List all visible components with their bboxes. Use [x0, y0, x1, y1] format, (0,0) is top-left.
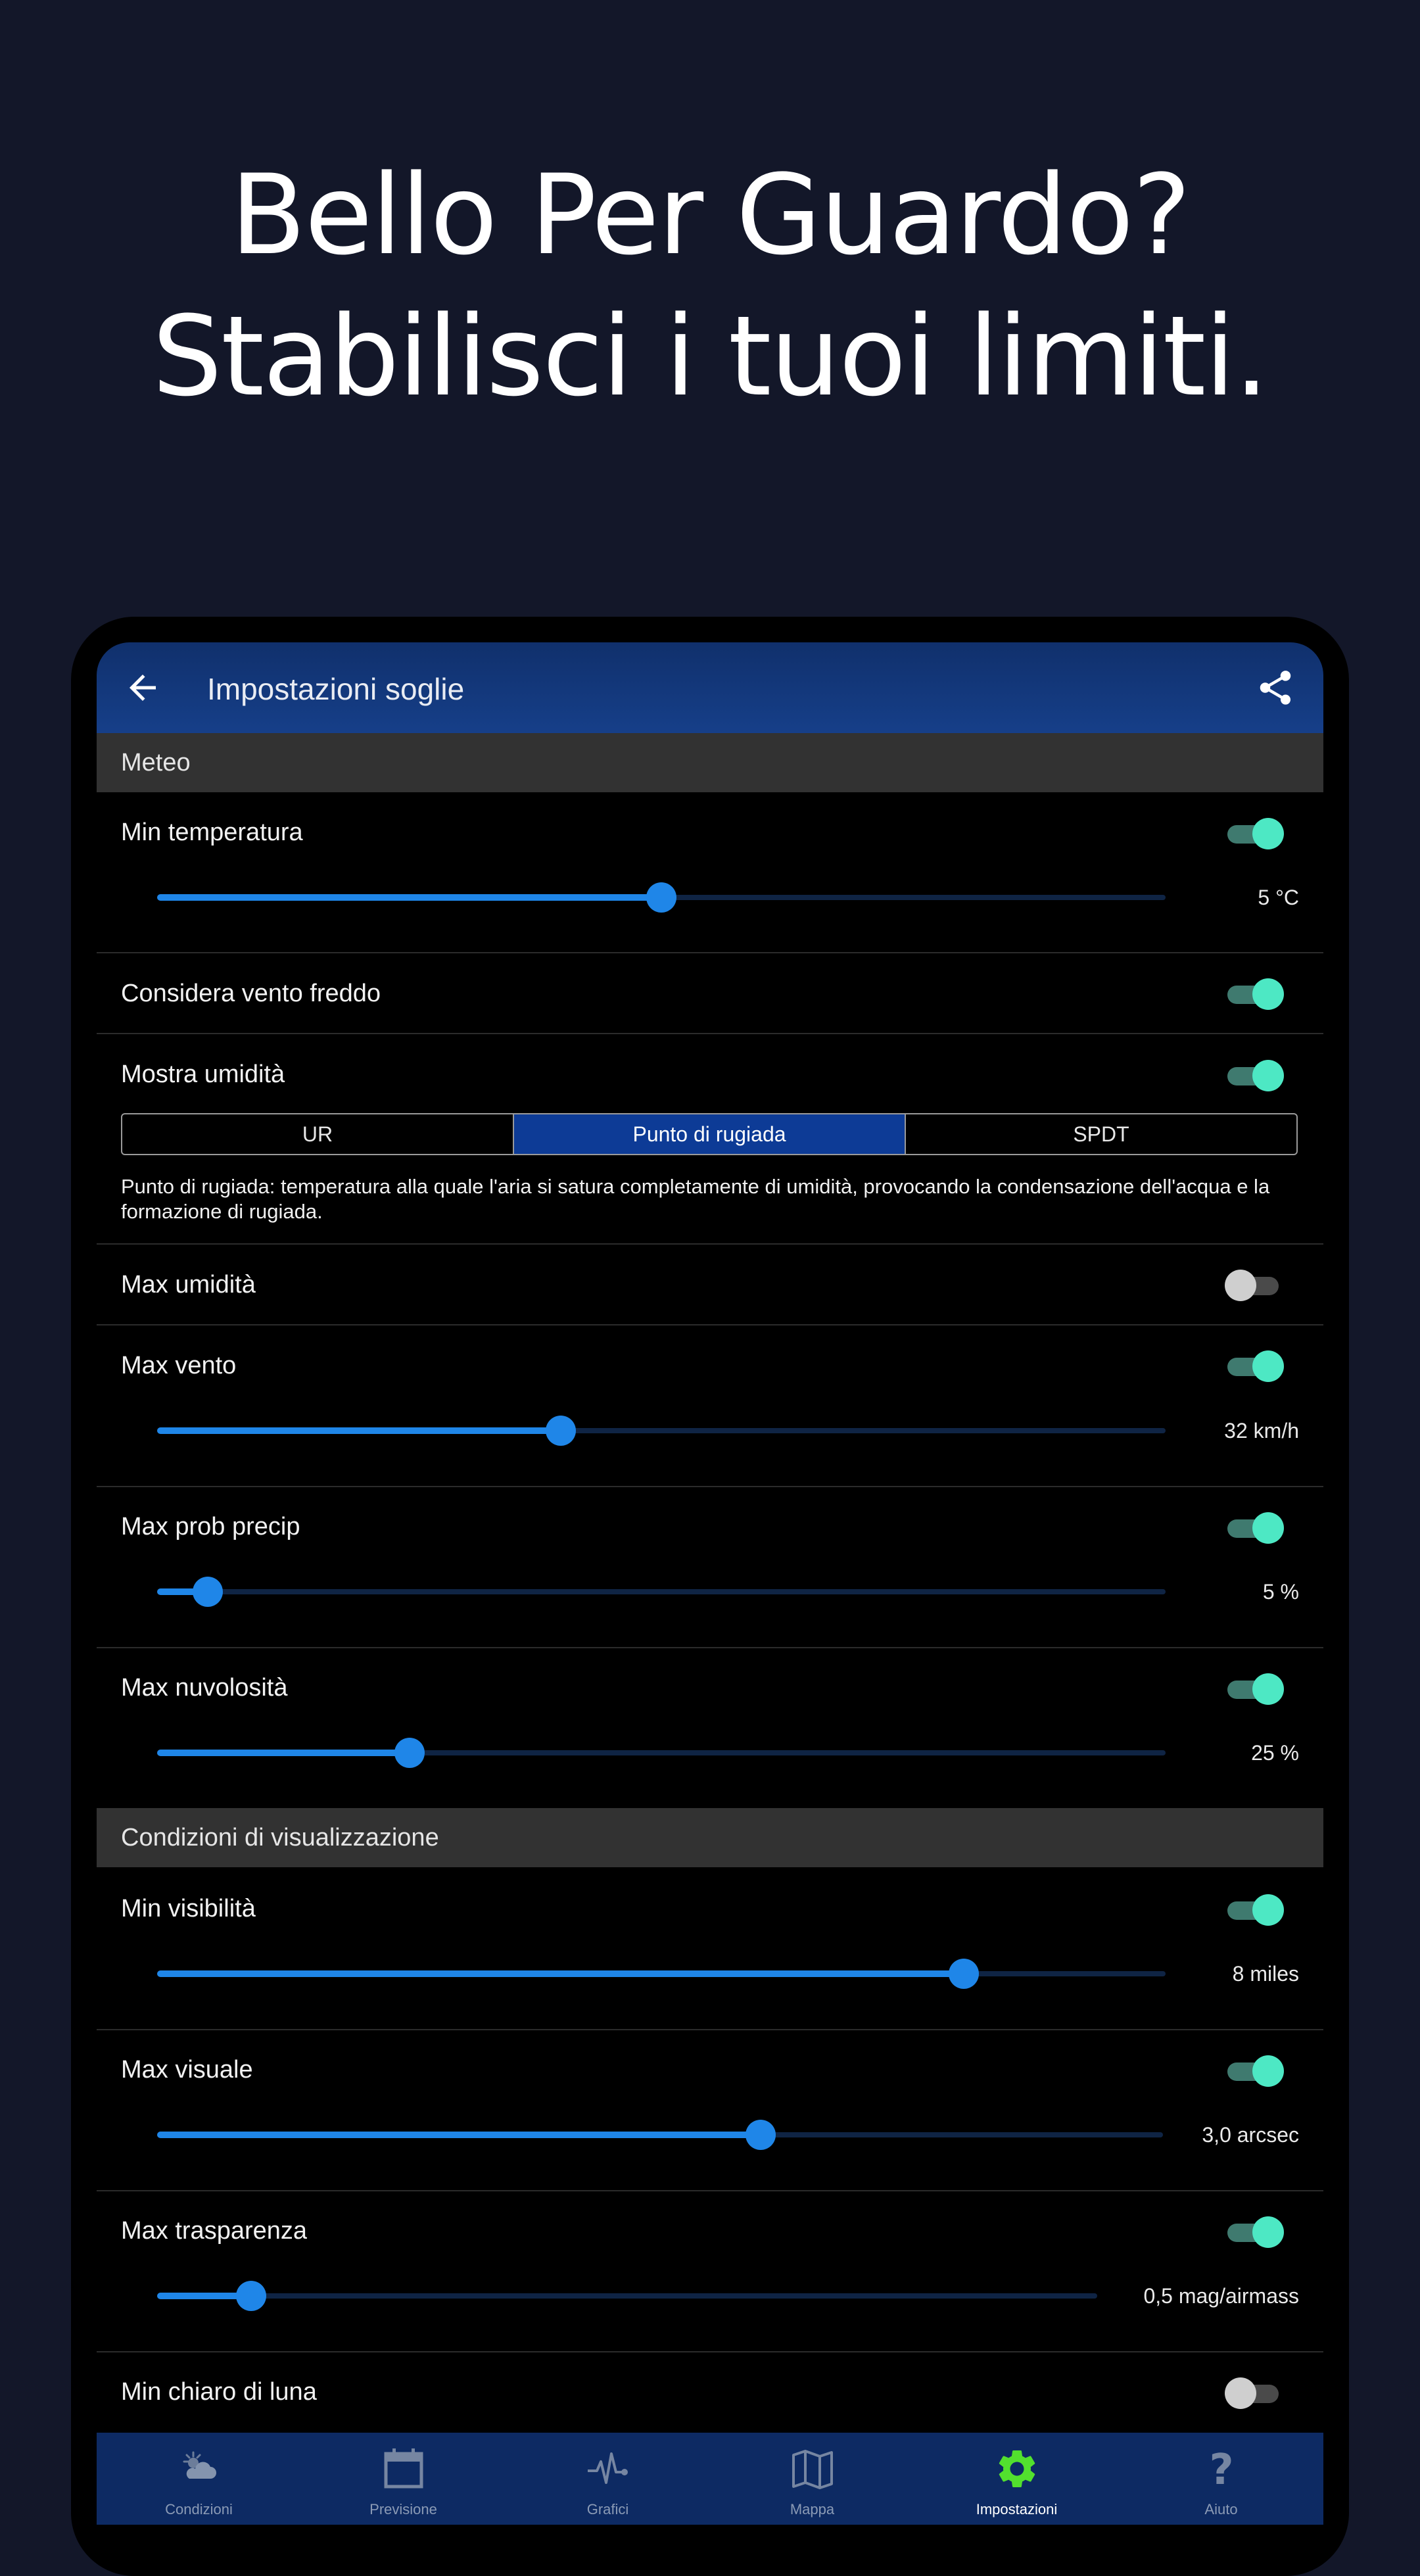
max-cloud-value: 25 %	[1251, 1741, 1299, 1765]
nav-conditions[interactable]: Condizioni	[97, 2433, 301, 2525]
nav-settings[interactable]: Impostazioni	[914, 2433, 1119, 2525]
max-humidity-toggle[interactable]	[1225, 1269, 1284, 1302]
min-visibility-slider-thumb[interactable]	[949, 1959, 980, 1989]
max-seeing-toggle[interactable]	[1225, 2055, 1284, 2087]
nav-forecast[interactable]: Previsione	[301, 2433, 506, 2525]
min-visibility-value: 8 miles	[1232, 1962, 1299, 1986]
humidity-description: Punto di rugiada: temperatura alla quale…	[121, 1175, 1270, 1223]
max-transparency-toggle[interactable]	[1225, 2216, 1284, 2249]
option-dew-point[interactable]: Punto di rugiada	[514, 1114, 906, 1154]
headline-line-1: Bello Per Guardo?	[230, 151, 1191, 279]
gear-icon	[999, 2450, 1035, 2487]
pulse-chart-icon	[587, 2452, 628, 2484]
headline-line-2: Stabilisci i tuoi limiti.	[152, 292, 1269, 421]
option-spdt[interactable]: SPDT	[906, 1114, 1296, 1154]
min-visibility-slider[interactable]	[157, 1959, 1166, 1989]
max-precip-slider[interactable]	[157, 1577, 1166, 1607]
humidity-mode-selector: UR Punto di rugiada SPDT	[121, 1113, 1298, 1155]
nav-label-help: Aiuto	[1204, 2501, 1238, 2517]
max-wind-value: 32 km/h	[1224, 1419, 1299, 1443]
max-humidity-label: Max umidità	[121, 1271, 256, 1299]
nav-label-map: Mappa	[790, 2501, 835, 2517]
min-temp-label: Min temperatura	[121, 819, 303, 846]
max-wind-slider-thumb[interactable]	[545, 1416, 576, 1446]
min-temp-slider-thumb[interactable]	[646, 882, 676, 913]
section-viewing: Condizioni di visualizzazione	[97, 1808, 1323, 1867]
wind-chill-label: Considera vento freddo	[121, 980, 381, 1007]
nav-label-conditions: Condizioni	[165, 2501, 233, 2517]
nav-help[interactable]: ? Aiuto	[1119, 2433, 1323, 2525]
divider	[97, 2351, 1323, 2352]
nav-map[interactable]: Mappa	[710, 2433, 914, 2525]
max-cloud-slider[interactable]	[157, 1738, 1166, 1768]
max-transparency-label: Max trasparenza	[121, 2217, 308, 2245]
min-moonlight-label: Min chiaro di luna	[121, 2378, 317, 2406]
divider	[97, 2029, 1323, 2030]
help-icon: ?	[1209, 2446, 1233, 2492]
max-seeing-slider[interactable]	[157, 2120, 1163, 2150]
nav-label-settings: Impostazioni	[976, 2501, 1058, 2517]
calendar-icon	[384, 2448, 423, 2489]
share-icon[interactable]	[1255, 667, 1296, 708]
bottom-navigation: Condizioni Previsione Grafici Mappa Impo…	[97, 2433, 1323, 2525]
max-wind-slider[interactable]	[157, 1416, 1166, 1446]
nav-label-charts: Grafici	[586, 2501, 629, 2517]
partly-cloudy-icon	[183, 2451, 216, 2479]
divider	[97, 1033, 1323, 1034]
humidity-label: Mostra umidità	[121, 1061, 285, 1088]
max-seeing-value: 3,0 arcsec	[1202, 2123, 1299, 2147]
max-precip-slider-thumb[interactable]	[192, 1577, 223, 1607]
wind-chill-toggle[interactable]	[1225, 978, 1284, 1011]
map-icon	[792, 2450, 833, 2489]
option-ur[interactable]: UR	[122, 1114, 514, 1154]
nav-charts[interactable]: Grafici	[506, 2433, 710, 2525]
divider	[97, 1486, 1323, 1487]
max-cloud-toggle[interactable]	[1225, 1673, 1284, 1705]
section-weather: Meteo	[97, 733, 1323, 792]
min-temp-toggle[interactable]	[1225, 817, 1284, 850]
min-temp-value: 5 °C	[1258, 886, 1299, 909]
divider	[97, 1324, 1323, 1325]
app-screen: Impostazioni soglie Meteo Min temperatur…	[97, 642, 1323, 2525]
max-precip-toggle[interactable]	[1225, 1512, 1284, 1544]
arrow-left-icon[interactable]	[123, 668, 162, 707]
divider	[97, 952, 1323, 953]
max-wind-label: Max vento	[121, 1352, 237, 1379]
divider	[97, 2190, 1323, 2191]
max-precip-label: Max prob precip	[121, 1513, 300, 1540]
app-bar: Impostazioni soglie	[97, 642, 1323, 733]
max-cloud-label: Max nuvolosità	[121, 1674, 288, 1702]
page-title: Impostazioni soglie	[207, 672, 465, 706]
headline: Bello Per Guardo? Stabilisci i tuoi limi…	[0, 145, 1420, 427]
humidity-toggle[interactable]	[1225, 1059, 1284, 1092]
min-visibility-label: Min visibilità	[121, 1895, 256, 1922]
divider	[97, 1647, 1323, 1648]
max-cloud-slider-thumb[interactable]	[394, 1738, 425, 1768]
divider	[97, 1243, 1323, 1245]
max-seeing-slider-thumb[interactable]	[746, 2120, 776, 2150]
max-seeing-label: Max visuale	[121, 2056, 253, 2084]
max-precip-value: 5 %	[1262, 1580, 1299, 1604]
max-transparency-slider-thumb[interactable]	[236, 2281, 266, 2311]
min-temp-slider[interactable]	[157, 882, 1166, 913]
max-transparency-value: 0,5 mag/airmass	[1143, 2284, 1299, 2308]
max-transparency-slider[interactable]	[157, 2281, 1097, 2311]
min-moonlight-toggle[interactable]	[1225, 2377, 1284, 2410]
min-visibility-toggle[interactable]	[1225, 1894, 1284, 1926]
max-wind-toggle[interactable]	[1225, 1350, 1284, 1383]
nav-label-forecast: Previsione	[369, 2501, 437, 2517]
svg-text:?: ?	[1209, 2446, 1233, 2492]
